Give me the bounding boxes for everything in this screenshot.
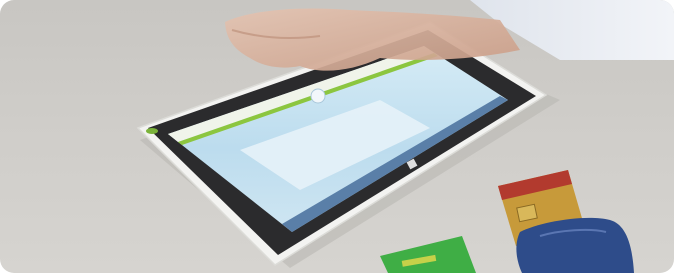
tablet-logo-icon <box>146 128 158 134</box>
card-chip-icon <box>516 203 538 223</box>
screen-avatar-icon <box>310 88 326 104</box>
photo-scene <box>136 0 674 273</box>
green-card <box>380 236 476 273</box>
photo <box>0 0 674 273</box>
